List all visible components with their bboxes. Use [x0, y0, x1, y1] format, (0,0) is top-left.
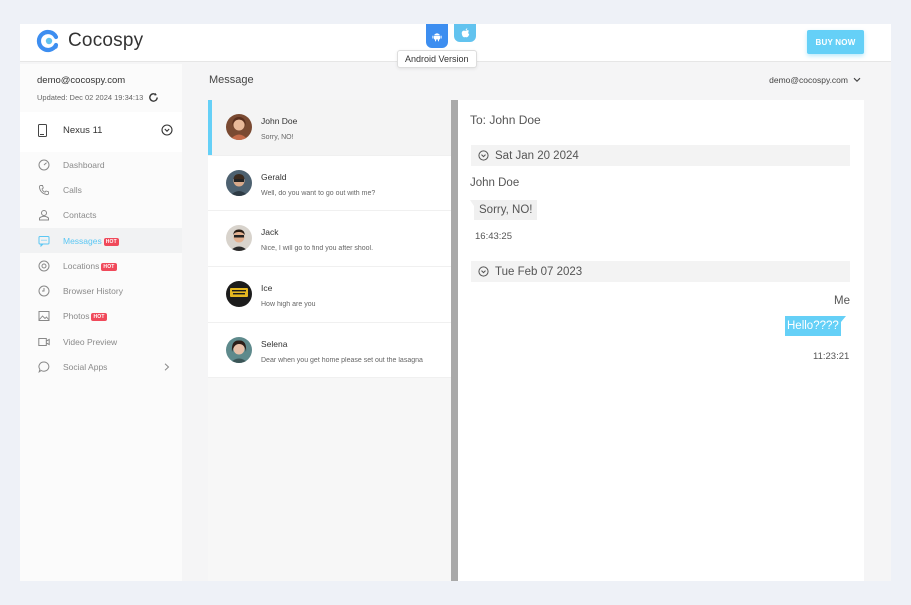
android-version-tooltip: Android Version: [397, 50, 477, 68]
chat-thread: To: John Doe Sat Jan 20 2024 John Doe So…: [469, 100, 864, 581]
sidebar-item-messages[interactable]: Messages HOT: [20, 227, 182, 254]
message-preview: Well, do you want to go out with me?: [261, 189, 376, 197]
phone-device-icon: [38, 124, 47, 137]
contacts-icon: [37, 209, 50, 222]
avatar: [226, 114, 252, 140]
message-icon: [37, 234, 50, 247]
sidebar-item-locations[interactable]: Locations HOT: [20, 253, 182, 278]
image-icon: [37, 310, 50, 323]
dashboard-icon: [37, 158, 50, 171]
phone-icon: [37, 183, 50, 196]
top-header: Cocospy Android Version BUY NOW: [20, 24, 891, 68]
account-dropdown[interactable]: demo@cocospy.com: [769, 75, 861, 85]
contact-name: Selena: [261, 338, 288, 349]
sidebar-nav: Dashboard Calls Contacts Messages HOT Lo…: [20, 152, 182, 380]
sidebar-item-label: Social Apps: [63, 362, 108, 373]
date-separator[interactable]: Tue Feb 07 2023: [471, 261, 850, 282]
incoming-message-bubble: Sorry, NO!: [469, 200, 538, 220]
sidebar-item-label: Messages HOT: [63, 235, 119, 246]
refresh-icon[interactable]: [148, 92, 159, 103]
message-time: 16:43:25: [475, 231, 512, 242]
conversation-item-jack[interactable]: Jack Nice, I will go to find you after s…: [208, 211, 451, 268]
app-window: Cocospy Android Version BUY NOW demo@coc…: [20, 24, 891, 581]
sidebar-item-label: Video Preview: [63, 336, 118, 347]
date-label: Sat Jan 20 2024: [495, 149, 579, 162]
panel-divider[interactable]: [451, 100, 458, 581]
message-preview: How high are you: [261, 301, 316, 309]
hot-badge: HOT: [103, 237, 119, 246]
sidebar-item-social-apps[interactable]: Social Apps: [20, 354, 182, 379]
sidebar-item-dashboard[interactable]: Dashboard: [20, 152, 182, 177]
logo-text: Cocospy: [68, 30, 144, 51]
conversation-item-ice[interactable]: Ice How high are you: [208, 267, 451, 323]
contact-name: Gerald: [261, 171, 287, 182]
device-selector[interactable]: Nexus 11: [20, 112, 182, 152]
clock-icon: [37, 285, 50, 298]
conversation-item-gerald[interactable]: Gerald Well, do you want to go out with …: [208, 155, 451, 212]
avatar: [226, 225, 252, 252]
sidebar-item-label: Photos HOT: [63, 311, 107, 322]
sidebar-item-label: Calls: [63, 184, 82, 195]
avatar: [226, 169, 252, 196]
account-dropdown-value: demo@cocospy.com: [769, 75, 848, 85]
message-preview: Dear when you get home please set out th…: [261, 356, 423, 364]
android-version-button[interactable]: [426, 24, 448, 48]
ios-version-button[interactable]: [454, 24, 476, 42]
message-preview: Nice, I will go to find you after shool.: [261, 245, 374, 253]
sidebar-item-calls[interactable]: Calls: [20, 177, 182, 202]
date-label: Tue Feb 07 2023: [495, 265, 583, 278]
chevron-down-circle-icon: [478, 150, 489, 161]
sidebar-item-video-preview[interactable]: Video Preview: [20, 329, 182, 354]
sidebar: demo@cocospy.com Updated: Dec 02 2024 19…: [20, 64, 182, 581]
sidebar-item-label: Contacts: [63, 210, 97, 221]
sidebar-item-photos[interactable]: Photos HOT: [20, 304, 182, 329]
chevron-down-icon: [853, 77, 861, 82]
contact-name: Jack: [261, 227, 279, 238]
outgoing-message-bubble: Hello????: [785, 316, 846, 336]
sidebar-item-label: Locations HOT: [63, 260, 117, 271]
last-updated: Updated: Dec 02 2024 19:34:13: [37, 92, 159, 103]
avatar: [226, 336, 252, 363]
chevron-down-circle-icon[interactable]: [161, 124, 173, 136]
apple-icon: [461, 28, 469, 38]
cocospy-logo-icon: [36, 29, 60, 53]
contact-name: Ice: [261, 283, 273, 294]
avatar: [226, 281, 252, 308]
device-name: Nexus 11: [63, 125, 103, 136]
chevron-down-circle-icon: [478, 266, 489, 277]
location-icon: [37, 259, 50, 272]
conversation-list: John Doe Sorry, NO! Gerald Well, do you …: [208, 100, 451, 581]
sidebar-item-contacts[interactable]: Contacts: [20, 203, 182, 228]
sidebar-item-label: Dashboard: [63, 159, 105, 170]
message-preview: Sorry, NO!: [261, 134, 294, 141]
chat-bubble-icon: [37, 361, 50, 374]
chat-recipient: To: John Doe: [470, 113, 541, 127]
sidebar-item-label: Browser History: [63, 286, 123, 297]
buy-now-button[interactable]: BUY NOW: [807, 30, 864, 54]
conversation-item-john-doe[interactable]: John Doe Sorry, NO!: [208, 100, 451, 156]
last-updated-text: Updated: Dec 02 2024 19:34:13: [37, 93, 144, 102]
message-time: 11:23:21: [813, 351, 850, 362]
contact-name: John Doe: [261, 116, 298, 126]
page-title: Message: [209, 74, 254, 86]
sender-name: John Doe: [470, 177, 520, 189]
message-panel: John Doe Sorry, NO! Gerald Well, do you …: [208, 100, 864, 581]
logo[interactable]: Cocospy: [36, 29, 143, 53]
sender-name: Me: [834, 295, 850, 307]
date-separator[interactable]: Sat Jan 20 2024: [471, 145, 850, 166]
hot-badge: HOT: [101, 262, 117, 271]
sidebar-item-browser-history[interactable]: Browser History: [20, 278, 182, 303]
video-icon: [37, 335, 50, 348]
account-email: demo@cocospy.com: [37, 75, 126, 86]
hot-badge: HOT: [91, 313, 107, 322]
android-icon: [432, 32, 442, 41]
conversation-item-selena[interactable]: Selena Dear when you get home please set…: [208, 322, 451, 379]
chevron-right-icon: [164, 363, 170, 371]
